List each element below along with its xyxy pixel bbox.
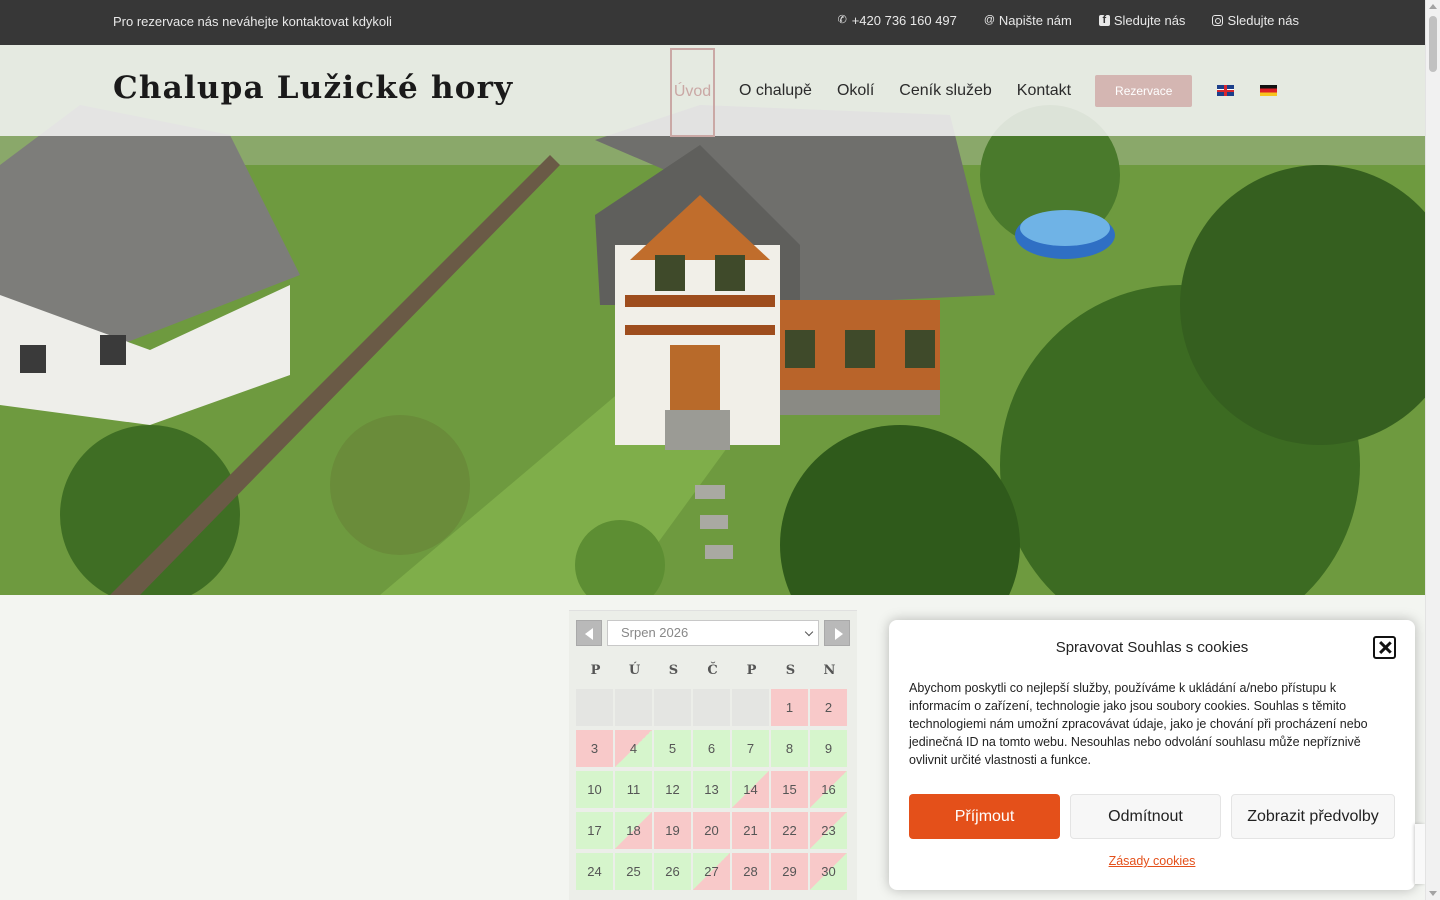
cookie-consent-dialog: Spravovat Souhlas s cookies Abychom posk…: [889, 620, 1415, 890]
cookie-policy-link[interactable]: Zásady cookies: [889, 854, 1415, 868]
instagram-link[interactable]: Sledujte nás: [1212, 13, 1299, 28]
scroll-up-icon[interactable]: [1429, 4, 1437, 9]
top-bar-message: Pro rezervace nás neváhejte kontaktovat …: [113, 14, 392, 29]
month-select[interactable]: Srpen 2026: [607, 620, 819, 646]
calendar-day[interactable]: 15: [771, 771, 808, 808]
cookie-text: Abychom poskytli co nejlepší služby, pou…: [909, 681, 1368, 767]
instagram-label: Sledujte nás: [1227, 13, 1299, 28]
calendar-day[interactable]: 17: [576, 812, 613, 849]
phone-link[interactable]: ✆ +420 736 160 497: [837, 13, 957, 28]
calendar-day[interactable]: 28: [732, 853, 769, 890]
cookie-buttons: Příjmout Odmítnout Zobrazit předvolby: [909, 794, 1395, 839]
calendar-day[interactable]: 14: [732, 771, 769, 808]
top-bar: Pro rezervace nás neváhejte kontaktovat …: [0, 0, 1425, 45]
calendar-day[interactable]: 20: [693, 812, 730, 849]
email-label: Napište nám: [998, 13, 1072, 28]
phone-icon: ✆: [837, 14, 847, 26]
email-link[interactable]: @ Napište nám: [984, 13, 1072, 28]
reservation-button[interactable]: Rezervace: [1095, 74, 1193, 107]
scroll-down-icon[interactable]: [1429, 891, 1437, 896]
calendar-header: Srpen 2026: [576, 620, 850, 646]
accept-button[interactable]: Příjmout: [909, 794, 1060, 839]
calendar-day[interactable]: 7: [732, 730, 769, 767]
weekday-label: Č: [707, 663, 718, 678]
weekday-label: Ú: [628, 663, 641, 678]
recaptcha-badge: [1415, 824, 1425, 884]
scrollbar-thumb[interactable]: [1429, 16, 1437, 72]
calendar-day[interactable]: 30: [810, 853, 847, 890]
calendar-day[interactable]: 13: [693, 771, 730, 808]
calendar-day[interactable]: 5: [654, 730, 691, 767]
calendar-day[interactable]: 6: [693, 730, 730, 767]
calendar-empty-cell: [654, 689, 691, 726]
calendar-day[interactable]: 1: [771, 689, 808, 726]
calendar-day[interactable]: 3: [576, 730, 613, 767]
calendar-day[interactable]: 25: [615, 853, 652, 890]
calendar-empty-cell: [693, 689, 730, 726]
nav-item-o-chalupe[interactable]: O chalupě: [739, 82, 812, 100]
weekday-header: PÚSČPSN: [576, 663, 849, 678]
facebook-label: Sledujte nás: [1113, 13, 1186, 28]
facebook-icon: f: [1098, 15, 1110, 26]
prev-month-button[interactable]: [576, 620, 602, 646]
next-month-button[interactable]: [824, 620, 850, 646]
nav-item-uvod[interactable]: Úvod: [670, 47, 715, 137]
de-flag-icon[interactable]: [1260, 85, 1278, 96]
weekday-label: P: [590, 663, 601, 678]
weekday-label: S: [668, 663, 679, 678]
calendar-day[interactable]: 12: [654, 771, 691, 808]
calendar-empty-cell: [732, 689, 769, 726]
calendar-day[interactable]: 23: [810, 812, 847, 849]
calendar-day[interactable]: 24: [576, 853, 613, 890]
page-scrollbar[interactable]: [1425, 0, 1440, 900]
nav-item-cenik[interactable]: Ceník služeb: [899, 82, 992, 100]
calendar-day[interactable]: 18: [615, 812, 652, 849]
weekday-label: P: [746, 663, 757, 678]
site-logo[interactable]: Chalupa Lužické hory: [113, 70, 513, 106]
availability-calendar: Srpen 2026 PÚSČPSN 1 2 3 4 5 6 7 8 9 10 11 12 13 14 15…: [569, 610, 857, 900]
calendar-day[interactable]: 29: [771, 853, 808, 890]
calendar-day[interactable]: 27: [693, 853, 730, 890]
site-header: Chalupa Lužické hory Úvod O chalupě Okol…: [0, 45, 1425, 137]
calendar-grid: 1 2 3 4 5 6 7 8 9 10 11 12 13 14 15 16 17 18 19 20 21 22 23 24 2…: [576, 689, 851, 890]
calendar-day[interactable]: 26: [654, 853, 691, 890]
nav-item-okoli[interactable]: Okolí: [837, 82, 874, 100]
calendar-day[interactable]: 9: [810, 730, 847, 767]
calendar-day[interactable]: 21: [732, 812, 769, 849]
weekday-label: N: [823, 663, 836, 678]
facebook-link[interactable]: f Sledujte nás: [1098, 13, 1186, 28]
calendar-day[interactable]: 19: [654, 812, 691, 849]
calendar-day[interactable]: 2: [810, 689, 847, 726]
top-bar-links: ✆ +420 736 160 497 @ Napište nám f Sledujte…: [837, 13, 1299, 28]
calendar-day[interactable]: 4: [615, 730, 652, 767]
at-icon: @: [983, 14, 996, 26]
phone-label: +420 736 160 497: [851, 13, 957, 28]
weekday-label: S: [785, 663, 796, 678]
cookie-title: Spravovat Souhlas s cookies: [1055, 639, 1249, 656]
calendar-day[interactable]: 10: [576, 771, 613, 808]
close-icon[interactable]: [1373, 636, 1396, 659]
main-nav: Úvod O chalupě Okolí Ceník služeb Kontak…: [670, 45, 1303, 137]
calendar-day[interactable]: 8: [771, 730, 808, 767]
calendar-empty-cell: [615, 689, 652, 726]
calendar-empty-cell: [576, 689, 613, 726]
deny-button[interactable]: Odmítnout: [1070, 794, 1221, 839]
instagram-icon: [1212, 15, 1224, 26]
nav-item-kontakt[interactable]: Kontakt: [1017, 82, 1071, 100]
calendar-day[interactable]: 16: [810, 771, 847, 808]
calendar-day[interactable]: 22: [771, 812, 808, 849]
preferences-button[interactable]: Zobrazit předvolby: [1231, 794, 1395, 839]
en-flag-icon[interactable]: [1217, 85, 1235, 96]
calendar-day[interactable]: 11: [615, 771, 652, 808]
